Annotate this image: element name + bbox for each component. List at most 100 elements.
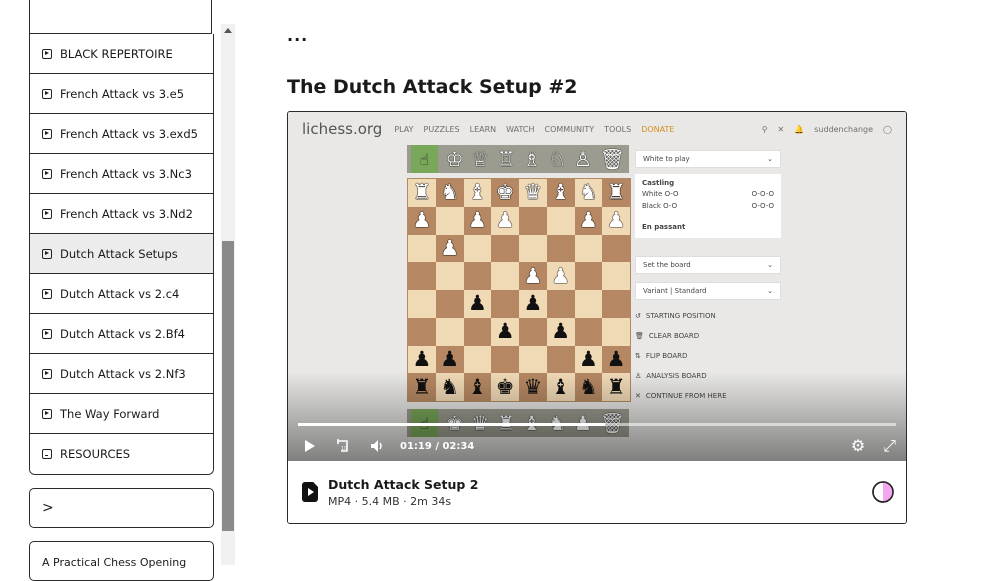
board-square: ♝ xyxy=(546,179,575,207)
lesson-item[interactable]: French Attack vs 3.exd5 xyxy=(30,114,213,154)
board-square: ♟ xyxy=(463,290,492,318)
completion-status-icon xyxy=(872,481,894,503)
lichess-nav-item: COMMUNITY xyxy=(544,124,595,134)
video-control-row: 10 01:19 / 02:34 ⚙ ⤢ xyxy=(298,435,896,457)
fullscreen-icon[interactable]: ⤢ xyxy=(883,436,896,456)
lesson-label: French Attack vs 3.exd5 xyxy=(60,126,198,141)
play-file-icon xyxy=(42,368,52,379)
board-square: ♟ xyxy=(491,206,519,235)
black-pawn-icon: ♟ xyxy=(523,291,543,316)
lichess-nav-item: PLAY xyxy=(394,124,414,134)
lesson-item[interactable]: French Attack vs 3.Nc3 xyxy=(30,154,213,194)
en-passant-label: En passant xyxy=(642,223,686,231)
lesson-label: Dutch Attack Setups xyxy=(60,246,178,261)
board-square: ♛ xyxy=(519,179,547,207)
scroll-up-arrow-icon[interactable] xyxy=(224,28,232,33)
turn-select: White to play ⌄ xyxy=(635,150,781,168)
chevron-down-icon: ⌄ xyxy=(767,155,773,163)
lichess-header-right: ⚲ ✕ 🔔 suddenchange ◯ xyxy=(762,125,892,134)
board-square: ♟ xyxy=(491,317,519,346)
settings-gear-icon[interactable]: ⚙ xyxy=(851,436,865,456)
castling-label: Castling xyxy=(642,179,675,187)
lesson-label: French Attack vs 3.Nd2 xyxy=(60,206,193,221)
course-card[interactable]: A Practical Chess Opening xyxy=(29,541,214,581)
course-card-title: A Practical Chess Opening xyxy=(42,556,187,569)
board-square: ♞ xyxy=(435,179,464,207)
lesson-label: French Attack vs 3.Nc3 xyxy=(60,166,192,181)
editor-command: ⇅ FLIP BOARD xyxy=(635,346,781,366)
board-square xyxy=(602,262,630,290)
board-square xyxy=(574,290,603,318)
board-square xyxy=(463,317,492,346)
lichess-nav-item: TOOLS xyxy=(604,124,632,134)
board-square xyxy=(435,206,464,235)
sidebar-scrollbar[interactable] xyxy=(221,24,235,565)
lichess-nav-item: PUZZLES xyxy=(423,124,460,134)
lesson-item[interactable]: The Way Forward xyxy=(30,394,213,434)
lesson-item[interactable]: Dutch Attack vs 2.Bf4 xyxy=(30,314,213,354)
more-text-ellipsis: ... xyxy=(287,26,309,45)
lesson-item[interactable]: Dutch Attack vs 2.c4 xyxy=(30,274,213,314)
white-knight-icon: ♞ xyxy=(578,180,598,205)
user-avatar-icon: ◯ xyxy=(883,124,892,134)
lichess-nav: PLAY PUZZLES LEARN WATCH COMMUNITY TOOLS DONAT… xyxy=(394,125,684,134)
white-knight-icon: ♞ xyxy=(440,180,460,205)
white-pawn-icon: ♙ xyxy=(573,147,592,171)
play-file-icon xyxy=(42,208,52,219)
white-castling: White O-O xyxy=(642,190,679,198)
black-pawn-icon: ♟ xyxy=(440,346,460,371)
board-square: ♟ xyxy=(408,206,436,235)
board-square xyxy=(408,290,436,318)
command-label: FLIP BOARD xyxy=(645,352,688,360)
rewind-10-icon[interactable]: 10 xyxy=(332,435,354,457)
board-square: ♟ xyxy=(574,345,603,374)
black-pawn-icon: ♟ xyxy=(412,346,432,371)
board-square xyxy=(491,262,519,290)
board-square: ♟ xyxy=(602,206,630,235)
board-square xyxy=(546,290,575,318)
board-square: ♟ xyxy=(519,262,547,290)
volume-icon[interactable] xyxy=(366,435,388,457)
lesson-list: BLACK REPERTOIRE French Attack vs 3.e5 Fre… xyxy=(29,34,214,475)
lesson-item[interactable]: French Attack vs 3.Nd2 xyxy=(30,194,213,234)
swords-icon: ✕ xyxy=(777,124,785,134)
white-king-icon: ♚ xyxy=(495,180,515,205)
board-square: ♜ xyxy=(602,179,630,207)
video-player[interactable]: lichess.org PLAY PUZZLES LEARN WATCH COMMUNI… xyxy=(288,112,906,461)
board-square: ♜ xyxy=(408,179,436,207)
play-file-icon xyxy=(42,328,52,339)
board-square xyxy=(574,262,603,290)
chevron-down-icon: ⌄ xyxy=(767,287,773,295)
play-icon[interactable] xyxy=(298,435,320,457)
expand-section-button[interactable]: > xyxy=(29,488,214,528)
white-long-castling: O-O-O xyxy=(751,190,774,198)
board-square: ♟ xyxy=(602,345,630,374)
board-square xyxy=(519,206,547,235)
lesson-title: The Dutch Attack Setup #2 xyxy=(287,76,578,98)
lichess-nav-item: DONATE xyxy=(641,124,675,134)
lesson-item[interactable]: RESOURCES xyxy=(30,434,213,474)
video-time: 01:19 / 02:34 xyxy=(400,441,474,452)
video-progress-bar[interactable] xyxy=(298,423,896,426)
bell-icon: 🔔 xyxy=(794,124,805,134)
lesson-item[interactable]: Dutch Attack vs 2.Nf3 xyxy=(30,354,213,394)
board-square xyxy=(519,317,547,346)
search-icon: ⚲ xyxy=(761,124,768,134)
board-square xyxy=(519,345,547,374)
scroll-thumb[interactable] xyxy=(222,241,234,531)
command-icon: 🗑 xyxy=(635,332,644,340)
lesson-item[interactable]: French Attack vs 3.e5 xyxy=(30,74,213,114)
board-square: ♟ xyxy=(574,206,603,235)
play-file-icon xyxy=(42,88,52,99)
white-knight-icon: ♘ xyxy=(548,147,567,171)
lesson-item[interactable]: BLACK REPERTOIRE xyxy=(30,34,213,74)
editor-command: 🗑 CLEAR BOARD xyxy=(635,326,781,346)
attachment-row[interactable]: Dutch Attack Setup 2 MP4 · 5.4 MB · 2m 3… xyxy=(288,461,906,523)
lesson-label: Dutch Attack vs 2.Nf3 xyxy=(60,366,186,381)
board-square: ♝ xyxy=(463,179,492,207)
white-rook-icon: ♜ xyxy=(606,180,626,205)
lesson-item[interactable]: Dutch Attack Setups xyxy=(30,234,213,274)
white-queen-icon: ♛ xyxy=(523,180,543,205)
current-time: 01:19 xyxy=(400,440,432,452)
command-icon: ↺ xyxy=(635,312,641,320)
